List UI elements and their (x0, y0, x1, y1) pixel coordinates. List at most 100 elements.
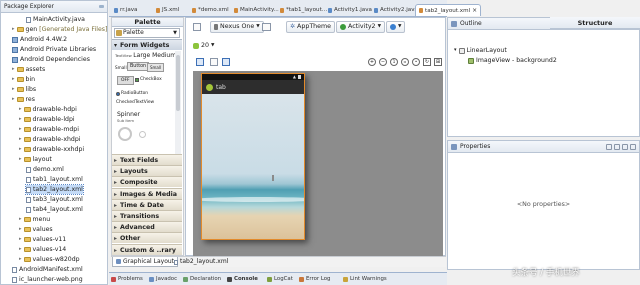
expand-arrow-icon[interactable]: ▸ (19, 255, 22, 264)
tree-item[interactable]: Android Dependencies (12, 55, 90, 64)
tree-item[interactable]: ic_launcher-web.png (12, 275, 83, 284)
expand-arrow-icon[interactable]: ▸ (12, 65, 15, 74)
expand-arrow-icon[interactable]: ▸ (12, 25, 15, 34)
expand-arrow-icon[interactable]: ▸ (19, 125, 22, 134)
editor-tab[interactable]: MainActivity... (231, 4, 282, 16)
expand-arrow-icon[interactable]: ▸ (19, 155, 22, 164)
editor-tab[interactable]: Activity1.java (325, 4, 375, 16)
tree-item[interactable]: ▸ assets (12, 65, 45, 74)
expand-arrow-icon[interactable]: ▸ (19, 115, 22, 124)
checked-textview-widget[interactable]: CheckedTextView (116, 100, 154, 105)
tree-item[interactable]: tab3_layout.xml (26, 195, 83, 204)
bottom-view-tab[interactable]: Javadoc (149, 274, 177, 284)
close-icon[interactable]: × (472, 5, 477, 17)
zoom-actual-icon[interactable]: 1 (390, 58, 398, 66)
button-widget[interactable]: Button (127, 62, 150, 71)
expand-arrow-icon[interactable]: ▸ (12, 85, 15, 94)
bottom-view-tab[interactable]: Lint Warnings (343, 274, 387, 284)
tree-item[interactable]: ▸ bin (12, 75, 35, 84)
filter-icon[interactable] (630, 143, 636, 150)
small-text-widget[interactable]: Small (115, 65, 127, 70)
outline-root[interactable]: ▾ LinearLayout (454, 46, 507, 55)
toggle-fill-icon[interactable] (222, 58, 230, 66)
progress-bar-small-widget[interactable] (139, 131, 146, 138)
tree-item[interactable]: ▸ res (12, 95, 35, 104)
bottom-view-tab[interactable]: Problems (111, 274, 143, 284)
xml-tab[interactable]: tab2_layout.xml (171, 257, 231, 267)
spinner-widget[interactable]: Spinner (117, 111, 140, 118)
tree-item[interactable]: MainActivity.java (26, 15, 85, 24)
graphical-layout-tab[interactable]: Graphical Layout (112, 257, 179, 267)
device-screen[interactable]: ▲ tab (201, 73, 305, 240)
tree-item[interactable]: ▸ values-v14 (19, 245, 66, 254)
tree-item[interactable]: ▸ gen [Generated Java Files] (12, 25, 107, 34)
expand-arrow-icon[interactable]: ▸ (12, 95, 15, 104)
expand-arrow-icon[interactable]: ▸ (19, 235, 22, 244)
textview-large-widget[interactable]: TextView Large Medium (115, 52, 176, 59)
theme-selector[interactable]: ✲ AppTheme (286, 21, 336, 33)
orientation-icon[interactable] (262, 23, 271, 31)
editor-tab[interactable]: tab2_layout.xml × (415, 4, 482, 17)
expand-arrow-icon[interactable]: ▸ (19, 105, 22, 114)
editor-tab[interactable]: Activity2.java (371, 4, 421, 16)
palette-scrollbar-thumb[interactable] (176, 55, 180, 111)
palette-category[interactable]: Transitions (112, 210, 182, 222)
advanced-icon[interactable] (614, 143, 620, 150)
tree-item[interactable]: Android Private Libraries (12, 45, 96, 54)
tree-item[interactable]: ▸ menu (19, 215, 50, 224)
tree-item[interactable]: ▸ libs (12, 85, 36, 94)
outline-child[interactable]: ImageView - background2 (468, 56, 557, 65)
categories-icon[interactable] (606, 143, 612, 150)
refresh-icon[interactable]: ↻ (423, 58, 431, 66)
background-image[interactable] (202, 94, 304, 239)
minimize-icon[interactable] (99, 5, 104, 8)
tree-item[interactable]: ▸ values (19, 225, 53, 234)
palette-category[interactable]: Images & Media (112, 187, 182, 200)
checkbox-widget[interactable]: CheckBox (135, 77, 162, 82)
bottom-view-tab[interactable]: LogCat (267, 274, 293, 284)
form-widgets-header[interactable]: ▾ Form Widgets (112, 39, 182, 50)
tree-item[interactable]: ▸ drawable-ldpi (19, 115, 75, 124)
editor-tab[interactable]: *tab1_layout... (277, 4, 330, 16)
progress-bar-large-widget[interactable] (118, 127, 132, 141)
tree-item[interactable]: ▸ layout (19, 155, 52, 164)
expand-arrow-icon[interactable]: ▸ (19, 145, 22, 154)
small-button-widget[interactable]: Small (147, 63, 165, 72)
radio-button-widget[interactable]: RadioButton (116, 91, 148, 96)
palette-category[interactable]: Other (112, 232, 182, 244)
bottom-view-tab[interactable]: Declaration (183, 274, 221, 284)
tree-item[interactable]: ▸ drawable-hdpi (19, 105, 77, 114)
palette-category[interactable]: Custom & ..rary Views (112, 243, 182, 265)
palette-dropdown[interactable]: Palette ▼ (114, 28, 180, 38)
zoom-fit-icon[interactable]: ▫ (401, 58, 409, 66)
tree-item[interactable]: ▸ drawable-mdpi (19, 125, 79, 134)
locale-selector[interactable]: ▼ (386, 21, 406, 33)
layout-config-icon[interactable] (193, 23, 201, 31)
expand-arrow-icon[interactable]: ▸ (19, 215, 22, 224)
tree-item[interactable]: ▸ values-w820dp (19, 255, 80, 264)
editor-tab[interactable]: rr.java (111, 4, 141, 16)
zoom-in-icon[interactable]: + (368, 58, 376, 66)
palette-category[interactable]: Text Fields (112, 154, 182, 166)
capture-icon[interactable]: ⊞ (434, 58, 442, 66)
expand-arrow-icon[interactable]: ▸ (19, 135, 22, 144)
palette-category[interactable]: Time & Date (112, 198, 182, 211)
tree-item[interactable]: AndroidManifest.xml (12, 265, 83, 274)
palette-scrollbar[interactable] (175, 51, 181, 169)
tree-item[interactable]: demo.xml (26, 165, 64, 174)
expand-arrow-icon[interactable]: ▸ (19, 245, 22, 254)
tree-item[interactable]: Android 4.4W.2 (12, 35, 67, 44)
activity-selector[interactable]: Activity2 ▼ (336, 21, 386, 33)
zoom-reset-icon[interactable]: • (412, 58, 420, 66)
tree-item[interactable]: tab2_layout.xml (25, 184, 84, 195)
tree-item[interactable]: tab1_layout.xml (26, 175, 83, 184)
restore-icon[interactable] (622, 143, 628, 150)
tree-item[interactable]: ▸ drawable-xhdpi (19, 135, 80, 144)
bottom-view-tab[interactable]: Console (227, 274, 258, 284)
api-level-selector[interactable]: 20 ▼ (193, 42, 214, 49)
device-selector[interactable]: Nexus One ▼ (210, 21, 264, 33)
tree-item[interactable]: ▸ values-v11 (19, 235, 66, 244)
toggle-horizontal-icon[interactable] (210, 58, 218, 66)
expand-arrow-icon[interactable]: ▸ (19, 225, 22, 234)
editor-tab[interactable]: *demo.xml (189, 4, 232, 16)
